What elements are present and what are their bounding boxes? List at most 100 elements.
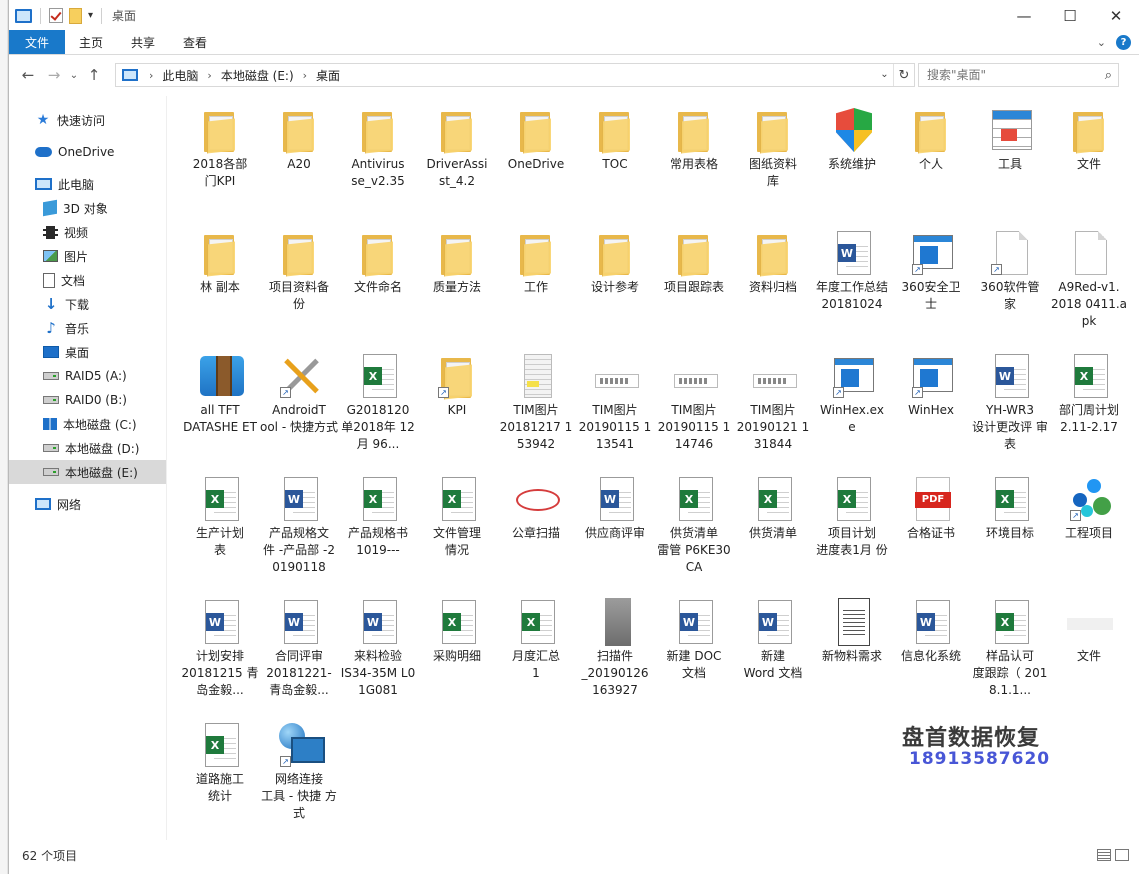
file-item[interactable]: TIM图片 20190115 113541 <box>576 348 654 466</box>
file-item[interactable]: 文件 <box>1050 102 1128 220</box>
file-item[interactable]: 工具 <box>971 102 1049 220</box>
file-item[interactable]: X 供货清单 <box>734 471 812 589</box>
close-button[interactable]: ✕ <box>1093 0 1139 31</box>
nav-item-12[interactable]: 本地磁盘 (C:) <box>9 412 166 436</box>
address-bar[interactable]: › 此电脑 › 本地磁盘 (E:) › 桌面 ⌄ ↻ <box>115 63 915 87</box>
nav-item-5[interactable]: 图片 <box>9 244 166 268</box>
properties-icon[interactable] <box>49 8 63 23</box>
nav-item-14[interactable]: 本地磁盘 (E:) <box>9 460 166 484</box>
file-item[interactable]: 林 副本 <box>181 225 259 343</box>
file-item[interactable]: 2018各部 门KPI <box>181 102 259 220</box>
file-item[interactable]: W 产品规格文件 -产品部 -20190118 <box>260 471 338 589</box>
file-item[interactable]: 图纸资料库 <box>734 102 812 220</box>
file-item[interactable]: ↗ 工程项目 <box>1050 471 1128 589</box>
nav-item-11[interactable]: RAID0 (B:) <box>9 388 166 412</box>
breadcrumb-separator[interactable]: › <box>202 69 216 82</box>
file-item[interactable]: ↗ 网络连接 工具 - 快捷 方式 <box>260 717 338 835</box>
file-item[interactable]: ↗ AndroidT ool - 快捷方式 <box>260 348 338 466</box>
file-item[interactable]: ↗ WinHex.ex e <box>813 348 891 466</box>
large-icons-view-icon[interactable] <box>1115 849 1129 861</box>
file-item[interactable]: X 产品规格书 1019--- <box>339 471 417 589</box>
file-item[interactable]: W 信息化系统 <box>892 594 970 712</box>
file-item[interactable]: 合格证书 <box>892 471 970 589</box>
back-button[interactable]: ← <box>15 62 41 88</box>
refresh-icon[interactable]: ↻ <box>894 68 914 83</box>
address-dropdown-icon[interactable]: ⌄ <box>876 64 894 86</box>
breadcrumb-separator[interactable]: › <box>298 69 312 82</box>
new-folder-icon[interactable] <box>69 7 82 24</box>
tab-share[interactable]: 共享 <box>117 30 169 54</box>
nav-item-6[interactable]: 文档 <box>9 268 166 292</box>
file-item[interactable]: ↗ KPI <box>418 348 496 466</box>
file-item[interactable]: 项目跟踪表 <box>655 225 733 343</box>
nav-item-3[interactable]: 3D 对象 <box>9 196 166 220</box>
file-item[interactable]: 扫描件 _20190126 163927 <box>576 594 654 712</box>
file-item[interactable]: X 采购明细 <box>418 594 496 712</box>
search-icon[interactable]: ⌕ <box>1105 68 1112 83</box>
file-item[interactable]: 质量方法 <box>418 225 496 343</box>
breadcrumb-separator[interactable]: › <box>144 69 158 82</box>
file-item[interactable]: 文件 <box>1050 594 1128 712</box>
file-item[interactable]: DriverAssi st_4.2 <box>418 102 496 220</box>
maximize-button[interactable]: ☐ <box>1047 0 1093 31</box>
expand-ribbon-icon[interactable]: ⌄ <box>1097 36 1106 49</box>
nav-item-4[interactable]: 视频 <box>9 220 166 244</box>
file-item[interactable]: W 来料检验 IS34-35M L01G081 <box>339 594 417 712</box>
file-item[interactable]: TOC <box>576 102 654 220</box>
file-item[interactable]: X 生产计划表 <box>181 471 259 589</box>
file-item[interactable]: X 道路施工 统计 <box>181 717 259 835</box>
breadcrumb-desktop[interactable]: 桌面 <box>312 67 344 84</box>
file-item[interactable]: X 供货清单 雷管 P6KE30CA <box>655 471 733 589</box>
file-item[interactable]: X 样品认可 度跟踪（ 2018.1.1... <box>971 594 1049 712</box>
file-item[interactable]: Antivirus se_v2.35 <box>339 102 417 220</box>
file-item[interactable]: 项目资料备份 <box>260 225 338 343</box>
file-item[interactable]: 新物料需求 <box>813 594 891 712</box>
file-item[interactable]: 个人 <box>892 102 970 220</box>
file-item[interactable]: X 文件管理 情况 <box>418 471 496 589</box>
minimize-button[interactable]: — <box>1001 0 1047 31</box>
nav-item-7[interactable]: ↓ 下载 <box>9 292 166 316</box>
breadcrumb-this-pc[interactable]: 此电脑 <box>158 67 202 84</box>
file-item[interactable]: TIM图片 20190121 131844 <box>734 348 812 466</box>
nav-item-8[interactable]: ♪ 音乐 <box>9 316 166 340</box>
file-item[interactable]: A20 <box>260 102 338 220</box>
file-item[interactable]: W 供应商评审 <box>576 471 654 589</box>
file-item[interactable]: X 环境目标 <box>971 471 1049 589</box>
file-item[interactable]: 公章扫描 <box>497 471 575 589</box>
recent-locations-button[interactable]: ⌄ <box>67 62 81 88</box>
file-item[interactable]: 常用表格 <box>655 102 733 220</box>
file-item[interactable]: ↗ 360安全卫士 <box>892 225 970 343</box>
file-item[interactable]: X 月度汇总 1 <box>497 594 575 712</box>
nav-item-0[interactable]: ★ 快速访问 <box>9 108 166 132</box>
tab-file[interactable]: 文件 <box>9 30 66 54</box>
file-item[interactable]: ↗ 360软件管家 <box>971 225 1049 343</box>
file-item[interactable]: X G2018120 单2018年 12月 96... <box>339 348 417 466</box>
file-item[interactable]: X 项目计划 进度表1月 份 <box>813 471 891 589</box>
nav-item-9[interactable]: 桌面 <box>9 340 166 364</box>
file-item[interactable]: 文件命名 <box>339 225 417 343</box>
file-item[interactable]: 系统维护 <box>813 102 891 220</box>
file-item[interactable]: W 年度工作总结 20181024 <box>813 225 891 343</box>
search-box[interactable]: ⌕ <box>918 63 1119 87</box>
file-item[interactable]: TIM图片 20190115 114746 <box>655 348 733 466</box>
tab-view[interactable]: 查看 <box>169 30 221 54</box>
file-item[interactable]: W 新建 DOC 文档 <box>655 594 733 712</box>
nav-item-2[interactable]: 此电脑 <box>9 172 166 196</box>
up-button[interactable]: ↑ <box>81 62 107 88</box>
file-item[interactable]: W YH-WR3 设计更改评 审表 <box>971 348 1049 466</box>
file-item[interactable]: 工作 <box>497 225 575 343</box>
forward-button[interactable]: → <box>41 62 67 88</box>
search-input[interactable] <box>927 68 1087 82</box>
file-item[interactable]: OneDrive <box>497 102 575 220</box>
file-item[interactable]: W 新建 Word 文档 <box>734 594 812 712</box>
nav-item-1[interactable]: OneDrive <box>9 140 166 164</box>
file-item[interactable]: 设计参考 <box>576 225 654 343</box>
chevron-down-icon[interactable]: ▾ <box>88 10 93 21</box>
nav-item-10[interactable]: RAID5 (A:) <box>9 364 166 388</box>
nav-item-15[interactable]: 网络 <box>9 492 166 516</box>
file-item[interactable]: 资料归档 <box>734 225 812 343</box>
file-item[interactable]: X 部门周计划 2.11-2.17 <box>1050 348 1128 466</box>
help-icon[interactable]: ? <box>1116 34 1131 50</box>
details-view-icon[interactable] <box>1097 849 1111 861</box>
file-item[interactable]: TIM图片 20181217 153942 <box>497 348 575 466</box>
